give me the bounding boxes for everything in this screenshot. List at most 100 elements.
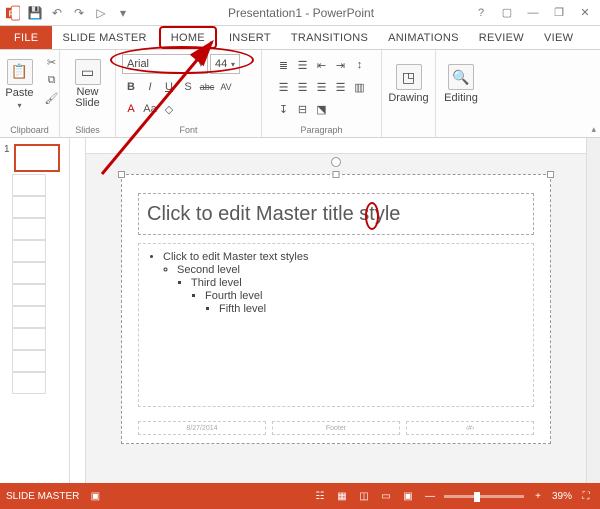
underline-button[interactable]: U xyxy=(160,78,178,96)
new-slide-button[interactable]: ▭ New Slide xyxy=(67,54,109,114)
status-icon[interactable]: ▣ xyxy=(87,488,103,504)
columns-icon[interactable]: ▥ xyxy=(351,78,369,96)
change-case-button[interactable]: Aa xyxy=(141,100,159,118)
vertical-scrollbar[interactable] xyxy=(586,138,600,483)
increase-indent-icon[interactable]: ⇥ xyxy=(332,56,350,74)
copy-icon[interactable]: ⧉ xyxy=(43,72,61,88)
redo-icon[interactable]: ↷ xyxy=(68,2,90,24)
thumbnail-layout[interactable] xyxy=(12,350,46,372)
app-icon[interactable]: P xyxy=(2,2,24,24)
window-title: Presentation1 - PowerPoint xyxy=(134,6,468,20)
chevron-down-icon: ▾ xyxy=(199,60,203,69)
line-spacing-icon[interactable]: ↕ xyxy=(351,56,369,74)
zoom-out-icon[interactable]: — xyxy=(422,488,438,504)
ribbon-tabs: FILE SLIDE MASTER HOME INSERT TRANSITION… xyxy=(0,26,600,50)
resize-handle[interactable] xyxy=(547,171,554,178)
bold-button[interactable]: B xyxy=(122,78,140,96)
drawing-button[interactable]: ◳ Drawing xyxy=(388,54,430,114)
slideshow-view-icon[interactable]: ▣ xyxy=(400,488,416,504)
group-slides: ▭ New Slide Slides xyxy=(60,50,116,137)
thumbnail-layout[interactable] xyxy=(12,218,46,240)
undo-icon[interactable]: ↶ xyxy=(46,2,68,24)
zoom-knob[interactable] xyxy=(474,492,480,502)
justify-icon[interactable]: ☰ xyxy=(332,78,350,96)
normal-view-icon[interactable]: ▦ xyxy=(334,488,350,504)
vertical-ruler xyxy=(70,138,86,483)
tab-view[interactable]: VIEW xyxy=(534,26,583,49)
align-left-icon[interactable]: ☰ xyxy=(275,78,293,96)
smartart-icon[interactable]: ⬔ xyxy=(313,100,331,118)
thumbnail-layout[interactable] xyxy=(12,262,46,284)
char-spacing-button[interactable]: AV xyxy=(217,78,235,96)
reading-view-icon[interactable]: ▭ xyxy=(378,488,394,504)
fit-to-window-icon[interactable]: ⛶ xyxy=(578,488,594,504)
strikethrough-button[interactable]: abc xyxy=(198,78,216,96)
qat-more-icon[interactable]: ▾ xyxy=(112,2,134,24)
notes-icon[interactable]: ☷ xyxy=(312,488,328,504)
italic-button[interactable]: I xyxy=(141,78,159,96)
thumbnail-layout[interactable] xyxy=(12,284,46,306)
slide-number-placeholder[interactable]: ‹#› xyxy=(406,421,534,435)
close-icon[interactable]: ✕ xyxy=(572,2,598,24)
thumbnail-selected[interactable] xyxy=(14,144,60,172)
body-level-3: Third level xyxy=(191,277,523,289)
slide-canvas[interactable]: Click to edit Master title style Click t… xyxy=(86,154,586,483)
tab-insert[interactable]: INSERT xyxy=(219,26,281,49)
title-placeholder-text: Click to edit Master title style xyxy=(147,203,400,226)
horizontal-ruler xyxy=(86,138,586,154)
title-placeholder[interactable]: Click to edit Master title style xyxy=(138,193,534,235)
thumb-master[interactable]: 1 xyxy=(0,142,69,174)
rotation-handle-icon[interactable] xyxy=(331,157,341,167)
tab-slide-master[interactable]: SLIDE MASTER xyxy=(52,26,156,49)
save-icon[interactable]: 💾 xyxy=(24,2,46,24)
decrease-indent-icon[interactable]: ⇤ xyxy=(313,56,331,74)
thumbnail-layout[interactable] xyxy=(12,196,46,218)
thumbnail-layout[interactable] xyxy=(12,240,46,262)
restore-icon[interactable]: ❐ xyxy=(546,2,572,24)
format-painter-icon[interactable]: 🖌 xyxy=(43,90,61,106)
shadow-button[interactable]: S xyxy=(179,78,197,96)
align-center-icon[interactable]: ☰ xyxy=(294,78,312,96)
bullets-icon[interactable]: ≣ xyxy=(275,56,293,74)
resize-handle[interactable] xyxy=(118,171,125,178)
font-size-combo[interactable]: 44 ▾ xyxy=(210,54,240,74)
font-name-combo[interactable]: Arial ▾ xyxy=(122,54,208,74)
new-slide-label: New Slide xyxy=(75,87,99,109)
ribbon-display-options-icon[interactable]: ▢ xyxy=(494,2,520,24)
group-label-font: Font xyxy=(122,124,255,135)
tab-animations[interactable]: ANIMATIONS xyxy=(378,26,469,49)
clear-formatting-icon[interactable]: ◇ xyxy=(160,100,178,118)
date-placeholder[interactable]: 8/27/2014 xyxy=(138,421,266,435)
help-icon[interactable]: ? xyxy=(468,2,494,24)
zoom-slider[interactable] xyxy=(444,495,524,498)
editing-button[interactable]: 🔍 Editing xyxy=(440,54,482,114)
thumbnail-layout[interactable] xyxy=(12,306,46,328)
align-right-icon[interactable]: ☰ xyxy=(313,78,331,96)
numbering-icon[interactable]: ☰ xyxy=(294,56,312,74)
tab-home[interactable]: HOME xyxy=(159,26,217,49)
resize-handle[interactable] xyxy=(333,171,340,178)
cut-icon[interactable]: ✂ xyxy=(43,54,61,70)
tab-review[interactable]: REVIEW xyxy=(469,26,534,49)
thumbnail-layout[interactable] xyxy=(12,328,46,350)
zoom-value: 39% xyxy=(552,491,572,502)
text-direction-icon[interactable]: ↧ xyxy=(275,100,293,118)
align-text-icon[interactable]: ⊟ xyxy=(294,100,312,118)
paste-button[interactable]: 📋 Paste ▾ xyxy=(0,54,41,114)
zoom-in-icon[interactable]: + xyxy=(530,488,546,504)
start-slideshow-icon[interactable]: ▷ xyxy=(90,2,112,24)
thumbnail-layout[interactable] xyxy=(12,174,46,196)
thumbnail-layout[interactable] xyxy=(12,372,46,394)
font-color-button[interactable]: A xyxy=(122,100,140,118)
footer-placeholder[interactable]: Footer xyxy=(272,421,400,435)
collapse-ribbon-icon[interactable]: ▴ xyxy=(591,124,596,135)
sorter-view-icon[interactable]: ◫ xyxy=(356,488,372,504)
paste-label: Paste xyxy=(5,87,33,99)
tab-file[interactable]: FILE xyxy=(0,26,52,49)
minimize-icon[interactable]: — xyxy=(520,2,546,24)
tab-transitions[interactable]: TRANSITIONS xyxy=(281,26,378,49)
master-slide[interactable]: Click to edit Master title style Click t… xyxy=(121,174,551,444)
group-editing: 🔍 Editing xyxy=(436,50,486,137)
body-placeholder[interactable]: Click to edit Master text styles Second … xyxy=(138,243,534,407)
body-level-2: Second level xyxy=(177,264,523,276)
